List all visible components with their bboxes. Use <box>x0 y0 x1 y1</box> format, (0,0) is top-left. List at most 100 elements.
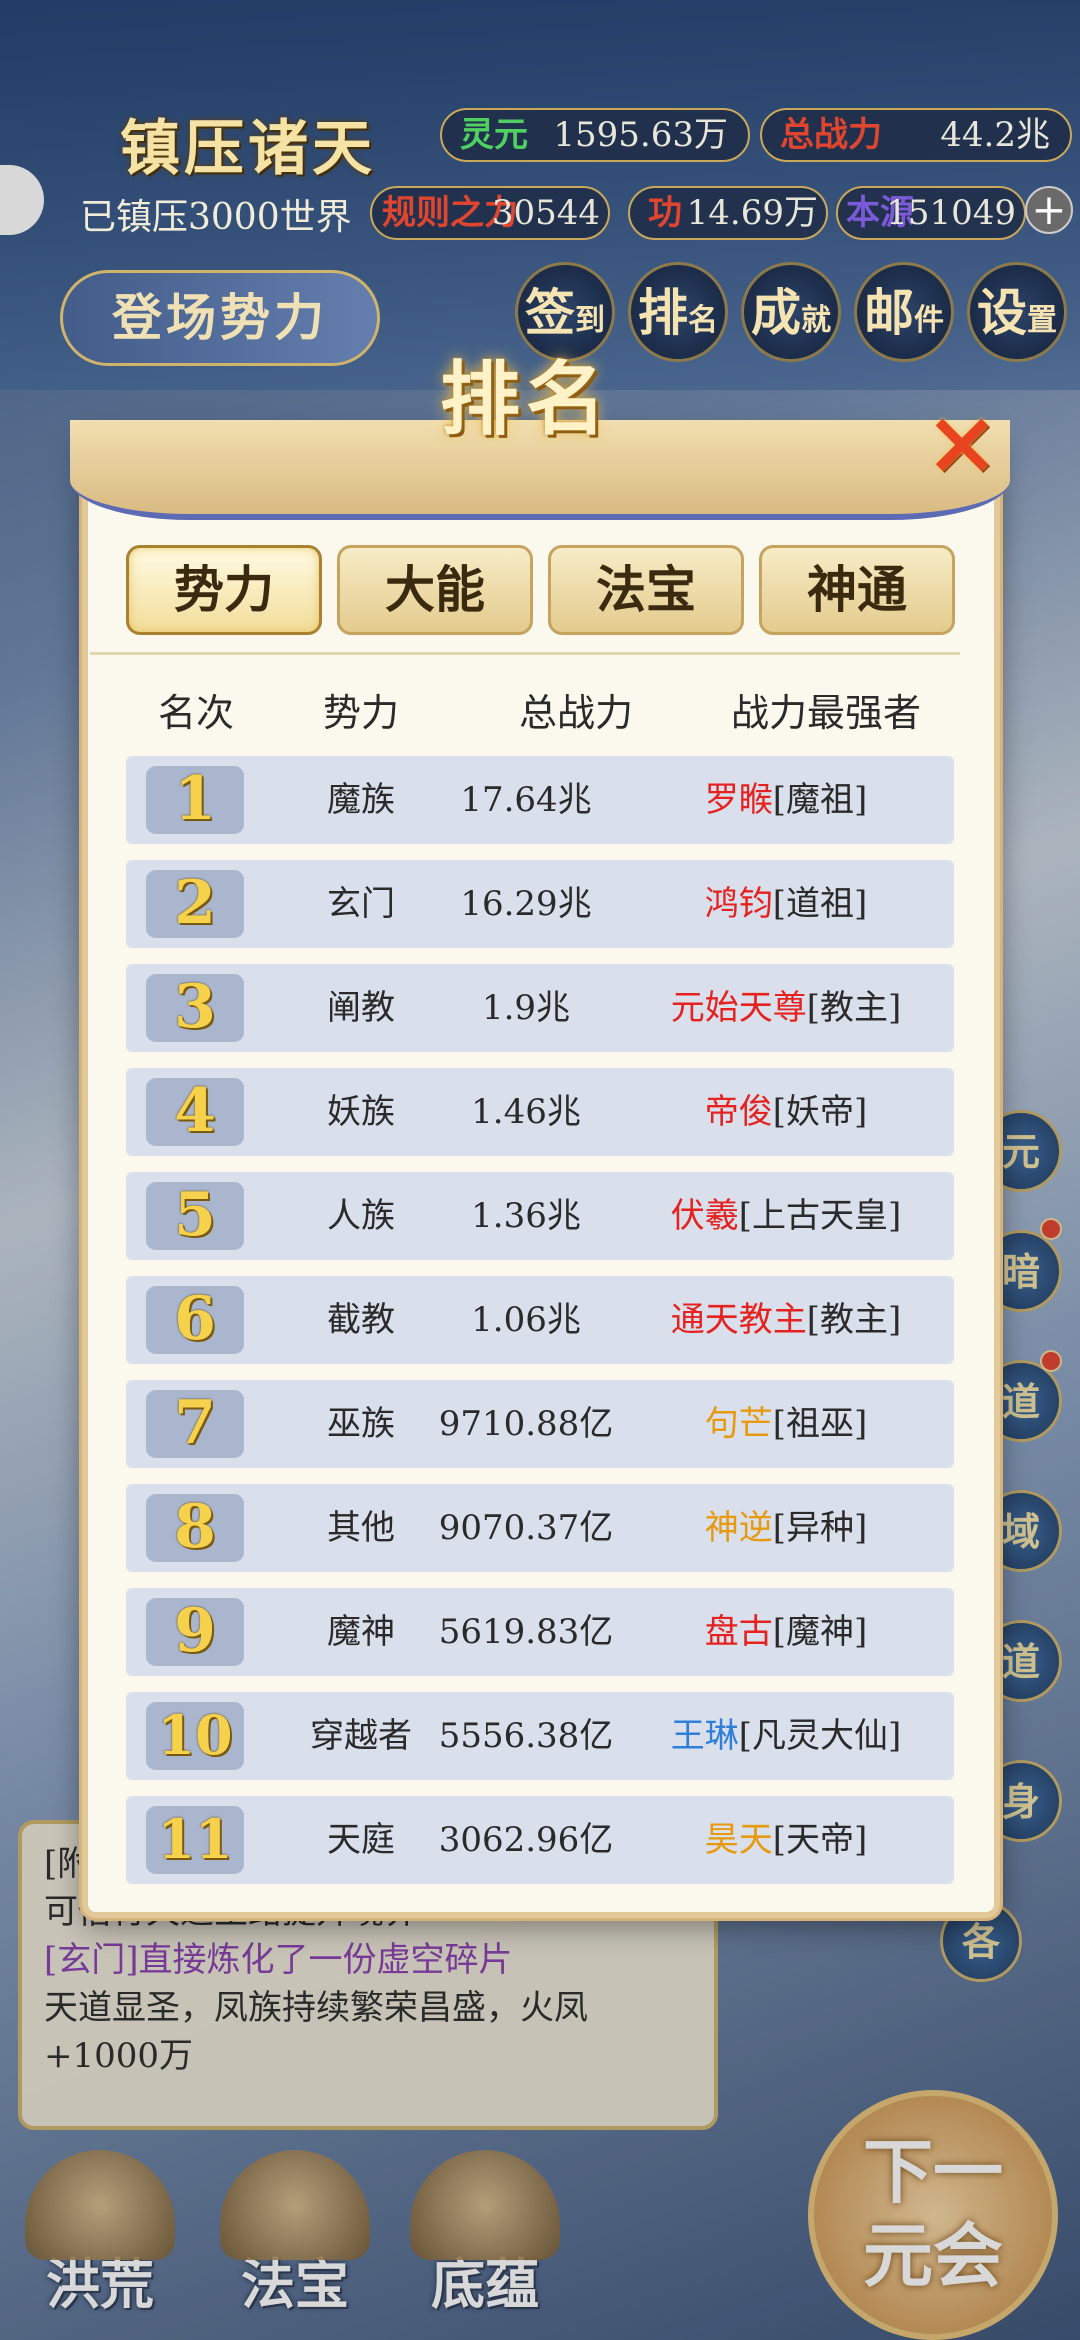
ranking-button[interactable]: 排名 <box>628 262 728 362</box>
force-name: 天庭 <box>327 1820 395 1860</box>
strongest-title: [天帝] <box>772 1820 868 1860</box>
settings-label: 设 <box>977 283 1027 342</box>
table-row[interactable]: 1 魔族 17.64兆 罗睺[魔祖] <box>126 756 954 844</box>
rank-number: 1 <box>146 766 244 834</box>
tab-treasures[interactable]: 法宝 <box>548 545 744 635</box>
stat-label: 功 <box>648 193 682 233</box>
strongest-cell: 王琳[凡灵大仙] <box>596 1692 976 1780</box>
checkin-label: 签 <box>525 283 575 342</box>
strongest-name: 盘古 <box>704 1612 773 1652</box>
stat-rule-power: 规则之力 30544 <box>370 186 610 240</box>
add-resource-button[interactable]: + <box>1025 186 1073 234</box>
strongest-cell: 伏羲[上古天皇] <box>596 1172 976 1260</box>
rank-number: 9 <box>146 1598 244 1666</box>
strongest-name: 鸿钧 <box>704 884 773 924</box>
close-icon[interactable]: × <box>920 397 1004 487</box>
strongest-name: 昊天 <box>704 1820 773 1860</box>
strongest-cell: 鸿钧[道祖] <box>596 860 976 948</box>
strongest-name: 伏羲 <box>670 1196 739 1236</box>
strongest-name: 元始天尊 <box>670 988 807 1028</box>
stat-merit: 功 14.69万 <box>628 186 828 240</box>
strongest-cell: 元始天尊[教主] <box>596 964 976 1052</box>
strongest-cell: 盘古[魔神] <box>596 1588 976 1676</box>
ranking-label-small: 名 <box>688 303 718 338</box>
table-row[interactable]: 11 天庭 3062.96亿 昊天[天帝] <box>126 1796 954 1884</box>
rank-number: 6 <box>146 1286 244 1354</box>
strongest-cell: 通天教主[教主] <box>596 1276 976 1364</box>
strongest-cell: 帝俊[妖帝] <box>596 1068 976 1156</box>
force-name: 其他 <box>327 1508 395 1548</box>
table-row[interactable]: 5 人族 1.36兆 伏羲[上古天皇] <box>126 1172 954 1260</box>
force-name: 玄门 <box>327 884 395 924</box>
rank-number: 8 <box>146 1494 244 1562</box>
strongest-title: [上古天皇] <box>738 1196 902 1236</box>
strongest-title: [教主] <box>806 988 902 1028</box>
table-row[interactable]: 3 阐教 1.9兆 元始天尊[教主] <box>126 964 954 1052</box>
mail-label-small: 件 <box>914 303 944 338</box>
mail-label: 邮 <box>864 283 914 342</box>
force-name: 魔族 <box>327 780 395 820</box>
header-force: 势力 <box>322 691 399 735</box>
achievement-label: 成 <box>751 283 801 342</box>
rank-number: 7 <box>146 1390 244 1458</box>
rank-number: 10 <box>146 1702 244 1770</box>
suppressed-worlds-text: 已镇压3000世界 <box>80 197 352 238</box>
strongest-title: [教主] <box>806 1300 902 1340</box>
strongest-title: [凡灵大仙] <box>738 1716 902 1756</box>
strongest-name: 通天教主 <box>670 1300 807 1340</box>
checkin-label-small: 到 <box>575 303 605 338</box>
rank-number: 4 <box>146 1078 244 1146</box>
stat-label: 灵元 <box>460 115 528 155</box>
table-row[interactable]: 6 截教 1.06兆 通天教主[教主] <box>126 1276 954 1364</box>
settings-label-small: 置 <box>1027 303 1057 338</box>
strongest-cell: 神逆[异种] <box>596 1484 976 1572</box>
stat-value: 14.69万 <box>686 193 818 233</box>
stat-label: 总战力 <box>780 115 882 155</box>
stat-lingyuan: 灵元 1595.63万 <box>440 108 750 162</box>
force-name: 阐教 <box>327 988 395 1028</box>
header-total-power: 总战力 <box>518 691 633 735</box>
tab-abilities[interactable]: 神通 <box>759 545 955 635</box>
table-row[interactable]: 10 穿越者 5556.38亿 王琳[凡灵大仙] <box>126 1692 954 1780</box>
ranking-label: 排 <box>638 283 688 342</box>
strongest-cell: 罗睺[魔祖] <box>596 756 976 844</box>
table-row[interactable]: 2 玄门 16.29兆 鸿钧[道祖] <box>126 860 954 948</box>
stat-total-power: 总战力 44.2兆 <box>760 108 1072 162</box>
strongest-name: 神逆 <box>704 1508 773 1548</box>
stat-value: 44.2兆 <box>940 115 1050 155</box>
tab-forces[interactable]: 势力 <box>126 545 322 635</box>
achievement-button[interactable]: 成就 <box>741 262 841 362</box>
strongest-title: [异种] <box>772 1508 868 1548</box>
page-title: 镇压诸天 <box>120 114 376 184</box>
rank-number: 5 <box>146 1182 244 1250</box>
stat-value: 30544 <box>491 193 600 233</box>
strongest-title: [道祖] <box>772 884 868 924</box>
strongest-name: 句芒 <box>704 1404 773 1444</box>
tab-great-powers[interactable]: 大能 <box>337 545 533 635</box>
ranking-title: 排名 <box>440 352 612 446</box>
table-row[interactable]: 8 其他 9070.37亿 神逆[异种] <box>126 1484 954 1572</box>
achievement-label-small: 就 <box>801 303 831 338</box>
force-name: 穿越者 <box>310 1716 412 1756</box>
header-rank: 名次 <box>157 691 234 735</box>
force-name: 魔神 <box>327 1612 395 1652</box>
stat-value: 1595.63万 <box>553 115 728 155</box>
stat-value: 151049 <box>886 193 1016 233</box>
strongest-name: 罗睺 <box>704 780 773 820</box>
strongest-title: [祖巫] <box>772 1404 868 1444</box>
rank-number: 3 <box>146 974 244 1042</box>
strongest-title: [魔神] <box>772 1612 868 1652</box>
settings-button[interactable]: 设置 <box>967 262 1067 362</box>
force-name: 人族 <box>327 1196 395 1236</box>
mail-button[interactable]: 邮件 <box>854 262 954 362</box>
enter-forces-button[interactable]: 登场势力 <box>60 270 380 366</box>
table-row[interactable]: 7 巫族 9710.88亿 句芒[祖巫] <box>126 1380 954 1468</box>
strongest-title: [妖帝] <box>772 1092 868 1132</box>
table-row[interactable]: 9 魔神 5619.83亿 盘古[魔神] <box>126 1588 954 1676</box>
stat-origin: 本源 151049 <box>836 186 1026 240</box>
table-row[interactable]: 4 妖族 1.46兆 帝俊[妖帝] <box>126 1068 954 1156</box>
rank-number: 11 <box>146 1806 244 1874</box>
strongest-title: [魔祖] <box>772 780 868 820</box>
strongest-cell: 句芒[祖巫] <box>596 1380 976 1468</box>
strongest-name: 王琳 <box>670 1716 739 1756</box>
